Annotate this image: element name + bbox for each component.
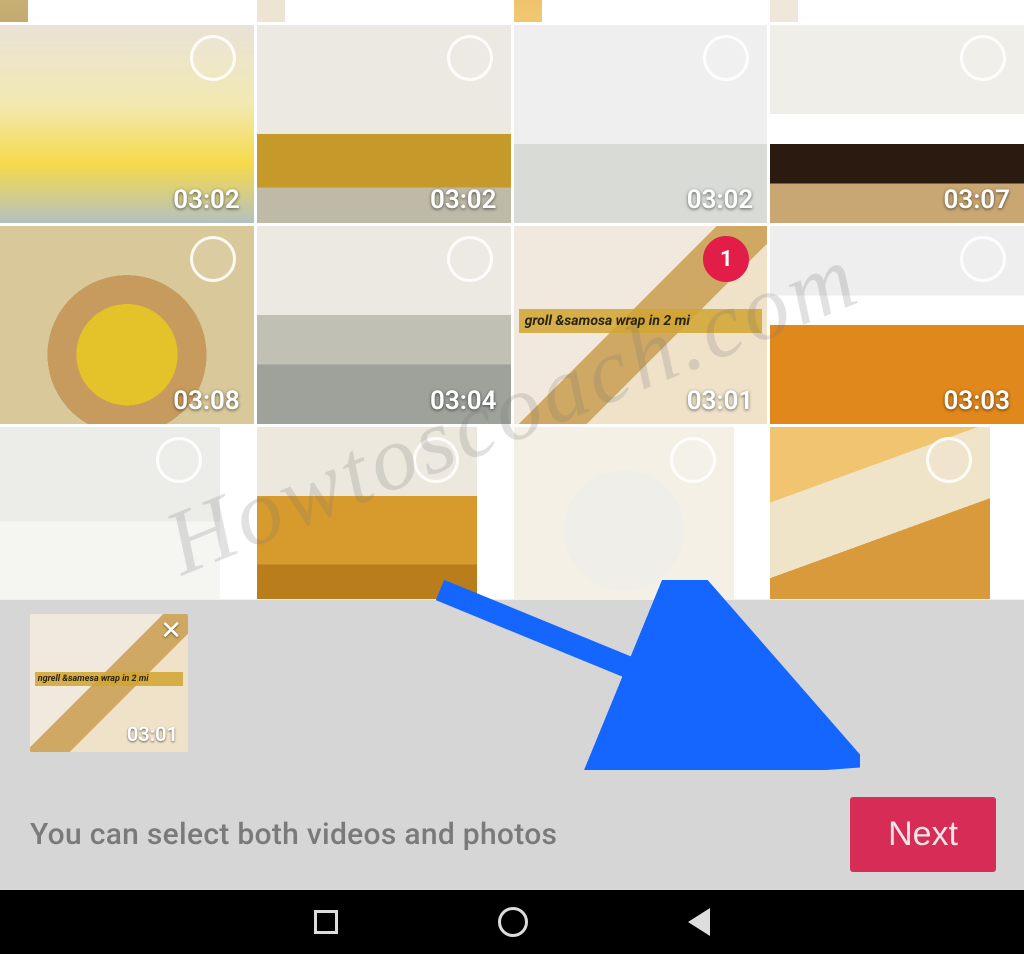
media-tile[interactable] bbox=[0, 0, 28, 22]
duration-label: 03:02 bbox=[430, 185, 497, 215]
select-toggle[interactable] bbox=[190, 35, 236, 81]
recent-apps-icon[interactable] bbox=[314, 910, 338, 934]
selected-item[interactable]: ngrell &samesa wrap in 2 mi ✕ 03:01 bbox=[30, 614, 188, 752]
duration-label: 03:08 bbox=[173, 386, 240, 416]
android-navbar bbox=[0, 890, 1024, 954]
media-picker-screen: 03:02 03:02 03:02 03:07 03:08 03:04 bbox=[0, 0, 1024, 890]
duration-label: 03:01 bbox=[127, 722, 178, 746]
media-tile[interactable]: 03:02 bbox=[514, 25, 768, 223]
select-toggle[interactable] bbox=[960, 35, 1006, 81]
duration-label: 03:02 bbox=[173, 185, 240, 215]
media-tile[interactable] bbox=[257, 0, 285, 22]
select-toggle[interactable] bbox=[447, 35, 493, 81]
media-tile[interactable]: 03:04 bbox=[257, 226, 511, 424]
remove-selected-icon[interactable]: ✕ bbox=[160, 618, 182, 644]
select-toggle[interactable] bbox=[960, 236, 1006, 282]
action-row: You can select both videos and photos Ne… bbox=[30, 797, 996, 872]
next-button[interactable]: Next bbox=[850, 797, 996, 872]
home-icon[interactable] bbox=[498, 907, 528, 937]
selection-tray: ngrell &samesa wrap in 2 mi ✕ 03:01 You … bbox=[0, 600, 1024, 890]
duration-label: 03:01 bbox=[687, 386, 754, 416]
select-toggle[interactable] bbox=[703, 35, 749, 81]
media-tile[interactable]: groll &samosa wrap in 2 mi 1 03:01 bbox=[514, 226, 768, 424]
duration-label: 03:07 bbox=[944, 185, 1011, 215]
media-tile[interactable] bbox=[257, 427, 477, 599]
media-tile[interactable]: 03:07 bbox=[770, 25, 1024, 223]
select-toggle[interactable] bbox=[670, 437, 716, 483]
collage-caption: groll &samosa wrap in 2 mi bbox=[519, 309, 763, 333]
media-grid: 03:02 03:02 03:02 03:07 03:08 03:04 bbox=[0, 0, 1024, 599]
duration-label: 03:03 bbox=[944, 386, 1011, 416]
media-tile[interactable] bbox=[770, 0, 798, 22]
duration-label: 03:04 bbox=[430, 386, 497, 416]
media-tile[interactable] bbox=[514, 427, 734, 599]
collage-caption: ngrell &samesa wrap in 2 mi bbox=[35, 672, 184, 686]
media-tile[interactable]: 03:02 bbox=[0, 25, 254, 223]
media-tile[interactable]: 03:02 bbox=[257, 25, 511, 223]
back-icon[interactable] bbox=[688, 908, 710, 936]
media-tile[interactable] bbox=[770, 427, 990, 599]
duration-label: 03:02 bbox=[687, 185, 754, 215]
selected-strip: ngrell &samesa wrap in 2 mi ✕ 03:01 bbox=[30, 614, 996, 752]
media-tile[interactable] bbox=[514, 0, 542, 22]
selection-hint: You can select both videos and photos bbox=[30, 817, 557, 852]
media-tile[interactable] bbox=[0, 427, 220, 599]
media-tile[interactable]: 03:08 bbox=[0, 226, 254, 424]
media-tile[interactable]: 03:03 bbox=[770, 226, 1024, 424]
select-toggle[interactable] bbox=[447, 236, 493, 282]
select-toggle[interactable] bbox=[190, 236, 236, 282]
